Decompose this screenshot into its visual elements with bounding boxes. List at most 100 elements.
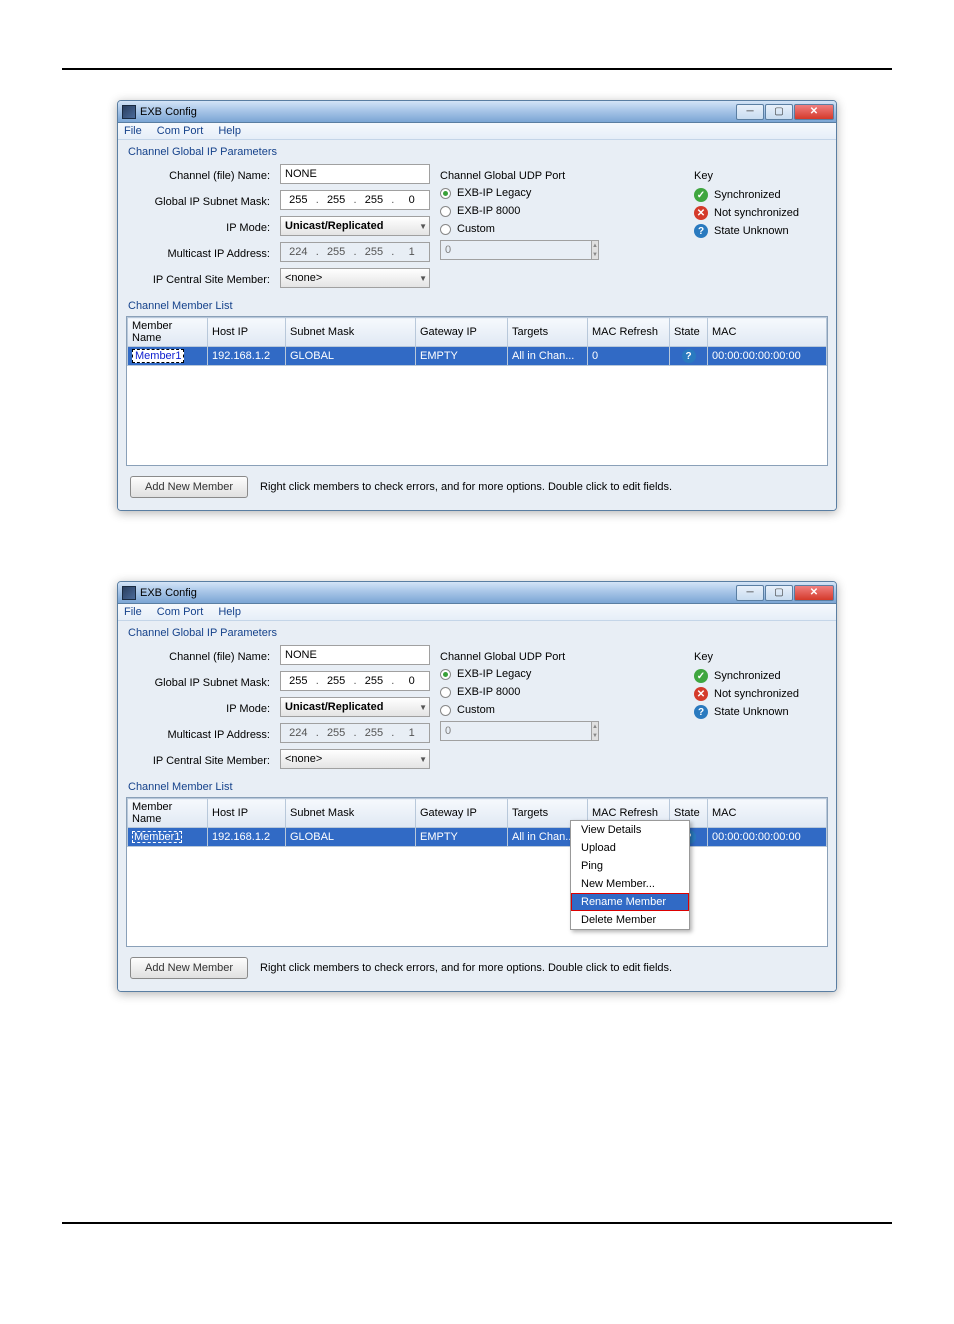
member-table: Member Name Host IP Subnet Mask Gateway … — [126, 316, 828, 466]
radio-legacy[interactable] — [440, 669, 451, 680]
add-new-member-button[interactable]: Add New Member — [130, 957, 248, 979]
nosync-icon: ✕ — [694, 687, 708, 701]
central-member-combo[interactable]: <none> ▼ — [280, 268, 430, 288]
label-ip-mode: IP Mode: — [130, 699, 270, 719]
channel-name-input[interactable] — [280, 164, 430, 184]
window-title: EXB Config — [140, 587, 197, 599]
member-name-edit[interactable]: Member1 — [132, 349, 184, 363]
udp-group-title: Channel Global UDP Port — [440, 651, 610, 663]
col-subnet-mask[interactable]: Subnet Mask — [286, 318, 416, 347]
footer-hint: Right click members to check errors, and… — [260, 481, 672, 493]
ctx-ping[interactable]: Ping — [571, 857, 689, 875]
spinner-up-icon: ▲ — [592, 241, 598, 250]
custom-port-spinner: ▲▼ — [440, 721, 530, 741]
menubar: File Com Port Help — [118, 123, 836, 140]
exb-config-window-2: EXB Config ─ ▢ ✕ File Com Port Help Chan… — [117, 581, 837, 992]
menu-file[interactable]: File — [124, 606, 142, 618]
sync-icon: ✓ — [694, 188, 708, 202]
ctx-rename-member[interactable]: Rename Member — [571, 893, 689, 911]
ctx-upload[interactable]: Upload — [571, 839, 689, 857]
menu-com-port[interactable]: Com Port — [157, 606, 203, 618]
chevron-down-icon: ▼ — [419, 222, 427, 231]
member-list-title: Channel Member List — [126, 777, 828, 797]
minimize-button[interactable]: ─ — [736, 585, 764, 601]
menu-help[interactable]: Help — [218, 606, 241, 618]
spinner-down-icon: ▼ — [592, 250, 598, 259]
subnet-input[interactable]: . . . — [280, 190, 430, 210]
menubar: File Com Port Help — [118, 604, 836, 621]
exb-config-window-1: EXB Config ─ ▢ ✕ File Com Port Help Chan… — [117, 100, 837, 511]
col-member-name[interactable]: Member Name — [128, 799, 208, 828]
menu-help[interactable]: Help — [218, 125, 241, 137]
radio-8000[interactable] — [440, 687, 451, 698]
footer-hint: Right click members to check errors, and… — [260, 962, 672, 974]
app-icon — [122, 586, 136, 600]
col-mac-refresh[interactable]: MAC Refresh — [588, 318, 670, 347]
label-subnet: Global IP Subnet Mask: — [130, 673, 270, 693]
member-name-cell[interactable]: Member1 — [132, 831, 182, 843]
ip-mode-combo[interactable]: Unicast/Replicated ▼ — [280, 697, 430, 717]
label-subnet: Global IP Subnet Mask: — [130, 192, 270, 212]
global-params-title: Channel Global IP Parameters — [126, 623, 828, 645]
col-host-ip[interactable]: Host IP — [208, 799, 286, 828]
unknown-icon: ? — [694, 224, 708, 238]
top-rule — [62, 68, 892, 70]
ctx-new-member[interactable]: New Member... — [571, 875, 689, 893]
table-row[interactable]: Member1 192.168.1.2 GLOBAL EMPTY All in … — [128, 828, 827, 847]
col-targets[interactable]: Targets — [508, 318, 588, 347]
maximize-button[interactable]: ▢ — [765, 585, 793, 601]
titlebar[interactable]: EXB Config ─ ▢ ✕ — [118, 101, 836, 123]
col-gateway-ip[interactable]: Gateway IP — [416, 318, 508, 347]
multicast-input: . . . — [280, 723, 430, 743]
col-mac[interactable]: MAC — [708, 799, 827, 828]
col-subnet-mask[interactable]: Subnet Mask — [286, 799, 416, 828]
label-channel-name: Channel (file) Name: — [130, 647, 270, 667]
spinner-down-icon: ▼ — [592, 731, 598, 740]
add-new-member-button[interactable]: Add New Member — [130, 476, 248, 498]
state-unknown-icon: ? — [682, 349, 696, 363]
label-central-member: IP Central Site Member: — [130, 751, 270, 771]
menu-com-port[interactable]: Com Port — [157, 125, 203, 137]
radio-legacy[interactable] — [440, 188, 451, 199]
close-button[interactable]: ✕ — [794, 585, 834, 601]
chevron-down-icon: ▼ — [419, 703, 427, 712]
window-title: EXB Config — [140, 106, 197, 118]
ip-mode-combo[interactable]: Unicast/Replicated ▼ — [280, 216, 430, 236]
maximize-button[interactable]: ▢ — [765, 104, 793, 120]
radio-custom[interactable] — [440, 224, 451, 235]
col-host-ip[interactable]: Host IP — [208, 318, 286, 347]
member-list-title: Channel Member List — [126, 296, 828, 316]
col-state[interactable]: State — [670, 318, 708, 347]
context-menu: View Details Upload Ping New Member... R… — [570, 820, 690, 930]
titlebar[interactable]: EXB Config ─ ▢ ✕ — [118, 582, 836, 604]
chevron-down-icon: ▼ — [419, 755, 427, 764]
col-gateway-ip[interactable]: Gateway IP — [416, 799, 508, 828]
udp-group-title: Channel Global UDP Port — [440, 170, 610, 182]
channel-name-input[interactable] — [280, 645, 430, 665]
menu-file[interactable]: File — [124, 125, 142, 137]
table-row[interactable]: Member1 192.168.1.2 GLOBAL EMPTY All in … — [128, 347, 827, 366]
close-button[interactable]: ✕ — [794, 104, 834, 120]
key-title: Key — [694, 651, 824, 663]
subnet-input[interactable]: . . . — [280, 671, 430, 691]
label-multicast: Multicast IP Address: — [130, 725, 270, 745]
label-ip-mode: IP Mode: — [130, 218, 270, 238]
spinner-up-icon: ▲ — [592, 722, 598, 731]
ctx-view-details[interactable]: View Details — [571, 821, 689, 839]
global-params-title: Channel Global IP Parameters — [126, 142, 828, 164]
app-icon — [122, 105, 136, 119]
radio-custom[interactable] — [440, 705, 451, 716]
col-member-name[interactable]: Member Name — [128, 318, 208, 347]
custom-port-spinner: ▲▼ — [440, 240, 530, 260]
bottom-rule — [62, 1222, 892, 1224]
member-table: Member Name Host IP Subnet Mask Gateway … — [126, 797, 828, 947]
central-member-combo[interactable]: <none> ▼ — [280, 749, 430, 769]
unknown-icon: ? — [694, 705, 708, 719]
ctx-delete-member[interactable]: Delete Member — [571, 911, 689, 929]
radio-8000[interactable] — [440, 206, 451, 217]
minimize-button[interactable]: ─ — [736, 104, 764, 120]
col-mac[interactable]: MAC — [708, 318, 827, 347]
sync-icon: ✓ — [694, 669, 708, 683]
label-central-member: IP Central Site Member: — [130, 270, 270, 290]
label-multicast: Multicast IP Address: — [130, 244, 270, 264]
